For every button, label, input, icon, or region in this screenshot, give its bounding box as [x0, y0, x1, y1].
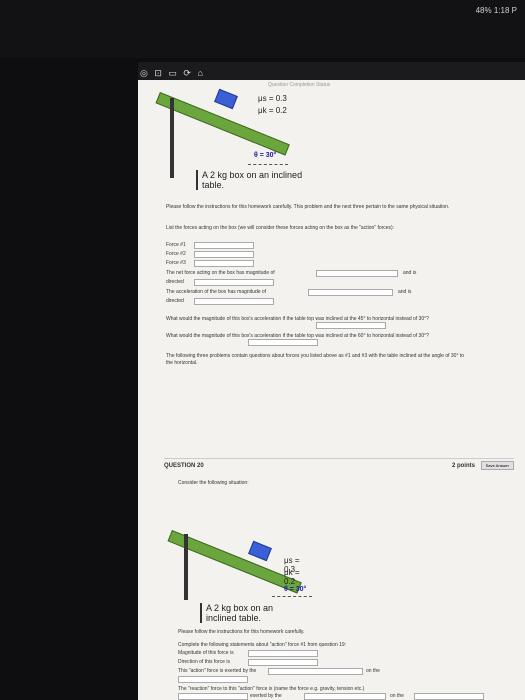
on-the-label-2: on the [390, 693, 404, 699]
force1-label: Force #1 [166, 242, 186, 248]
horizontal-reference [272, 596, 312, 597]
mu-kinetic-label: μk = 0.2 [258, 106, 287, 115]
instructions-text: Please follow the instructions for this … [178, 629, 305, 635]
table-leg [184, 534, 188, 600]
force2-input[interactable] [194, 251, 254, 258]
exerted-label: This "action" force is exerted by the [178, 668, 257, 674]
following-problems-text: The following three problems contain que… [166, 353, 465, 366]
exerted-by-label: exerted by the [250, 693, 282, 699]
status-readout: 48% 1:18 P [476, 6, 517, 15]
exerted-by-input[interactable] [268, 668, 363, 675]
figure-caption: A 2 kg box on an inclined table. [196, 170, 306, 190]
device-status-bar: 48% 1:18 P [0, 0, 525, 58]
battery-level: 48% [475, 6, 492, 15]
mu-kinetic-label: μk = 0.2 [284, 568, 300, 586]
net-force-direction-input[interactable] [194, 279, 274, 286]
box-icon [214, 88, 238, 110]
accel-60-input[interactable] [248, 339, 318, 346]
incline-figure-bottom: μs = 0.3 μk = 0.2 θ = 30° [167, 490, 312, 600]
reaction-name-input[interactable] [178, 693, 248, 700]
reaction-exerted-by-input[interactable] [304, 693, 386, 700]
points-label: 2 points [451, 462, 475, 469]
force3-input[interactable] [194, 260, 254, 267]
magnitude-input[interactable] [248, 650, 318, 657]
question-20-header: QUESTION 20 2 points Save Answer [164, 458, 514, 472]
homework-page: Question Completion Status μs = 0.3 μk =… [138, 80, 525, 700]
consider-text: Consider the following situation: [178, 480, 249, 486]
box-icon [248, 540, 272, 562]
force1-input[interactable] [194, 242, 254, 249]
toolbar-icons[interactable]: ◎ ⊡ ▭ ⟳ ⌂ [140, 68, 205, 79]
figure-caption: A 2 kg box on an inclined table. [200, 603, 300, 623]
instructions-text: Please follow the instructions for this … [166, 204, 450, 210]
question-title: QUESTION 20 [164, 462, 204, 469]
list-forces-text: List the forces acting on the box (we wi… [166, 225, 395, 231]
acceleration-label: The acceleration of the box has magnitud… [166, 289, 267, 295]
save-answer-button[interactable]: Save Answer [480, 460, 514, 470]
and-is-label: and is [403, 270, 417, 276]
directed-label: directed [166, 279, 184, 285]
angle-label: θ = 30° [254, 152, 277, 159]
horizontal-reference [248, 164, 288, 165]
reaction-text: The "reaction" force to this "action" fo… [178, 686, 365, 692]
table-leg [170, 98, 174, 178]
angle-label: θ = 30° [284, 586, 307, 593]
magnitude-label: Magnitude of this force is [178, 650, 234, 656]
directed-label-2: directed [166, 298, 184, 304]
on-the-label: on the [366, 668, 380, 674]
net-force-label: The net force acting on the box has magn… [166, 270, 275, 276]
force2-label: Force #2 [166, 251, 186, 257]
and-is-label-2: and is [398, 289, 412, 295]
force3-label: Force #3 [166, 260, 186, 266]
accel-45-input[interactable] [316, 322, 386, 329]
clock: 1:18 P [493, 6, 517, 15]
exerted-on-input[interactable] [178, 676, 248, 683]
complete-statements-text: Complete the following statements about … [178, 642, 347, 648]
reaction-on-input[interactable] [414, 693, 484, 700]
net-force-magnitude-input[interactable] [316, 270, 398, 277]
acceleration-magnitude-input[interactable] [308, 289, 393, 296]
mu-static-label: μs = 0.3 [258, 94, 287, 103]
direction-label: Direction of this force is [178, 659, 230, 665]
direction-input[interactable] [248, 659, 318, 666]
acceleration-direction-input[interactable] [194, 298, 274, 305]
